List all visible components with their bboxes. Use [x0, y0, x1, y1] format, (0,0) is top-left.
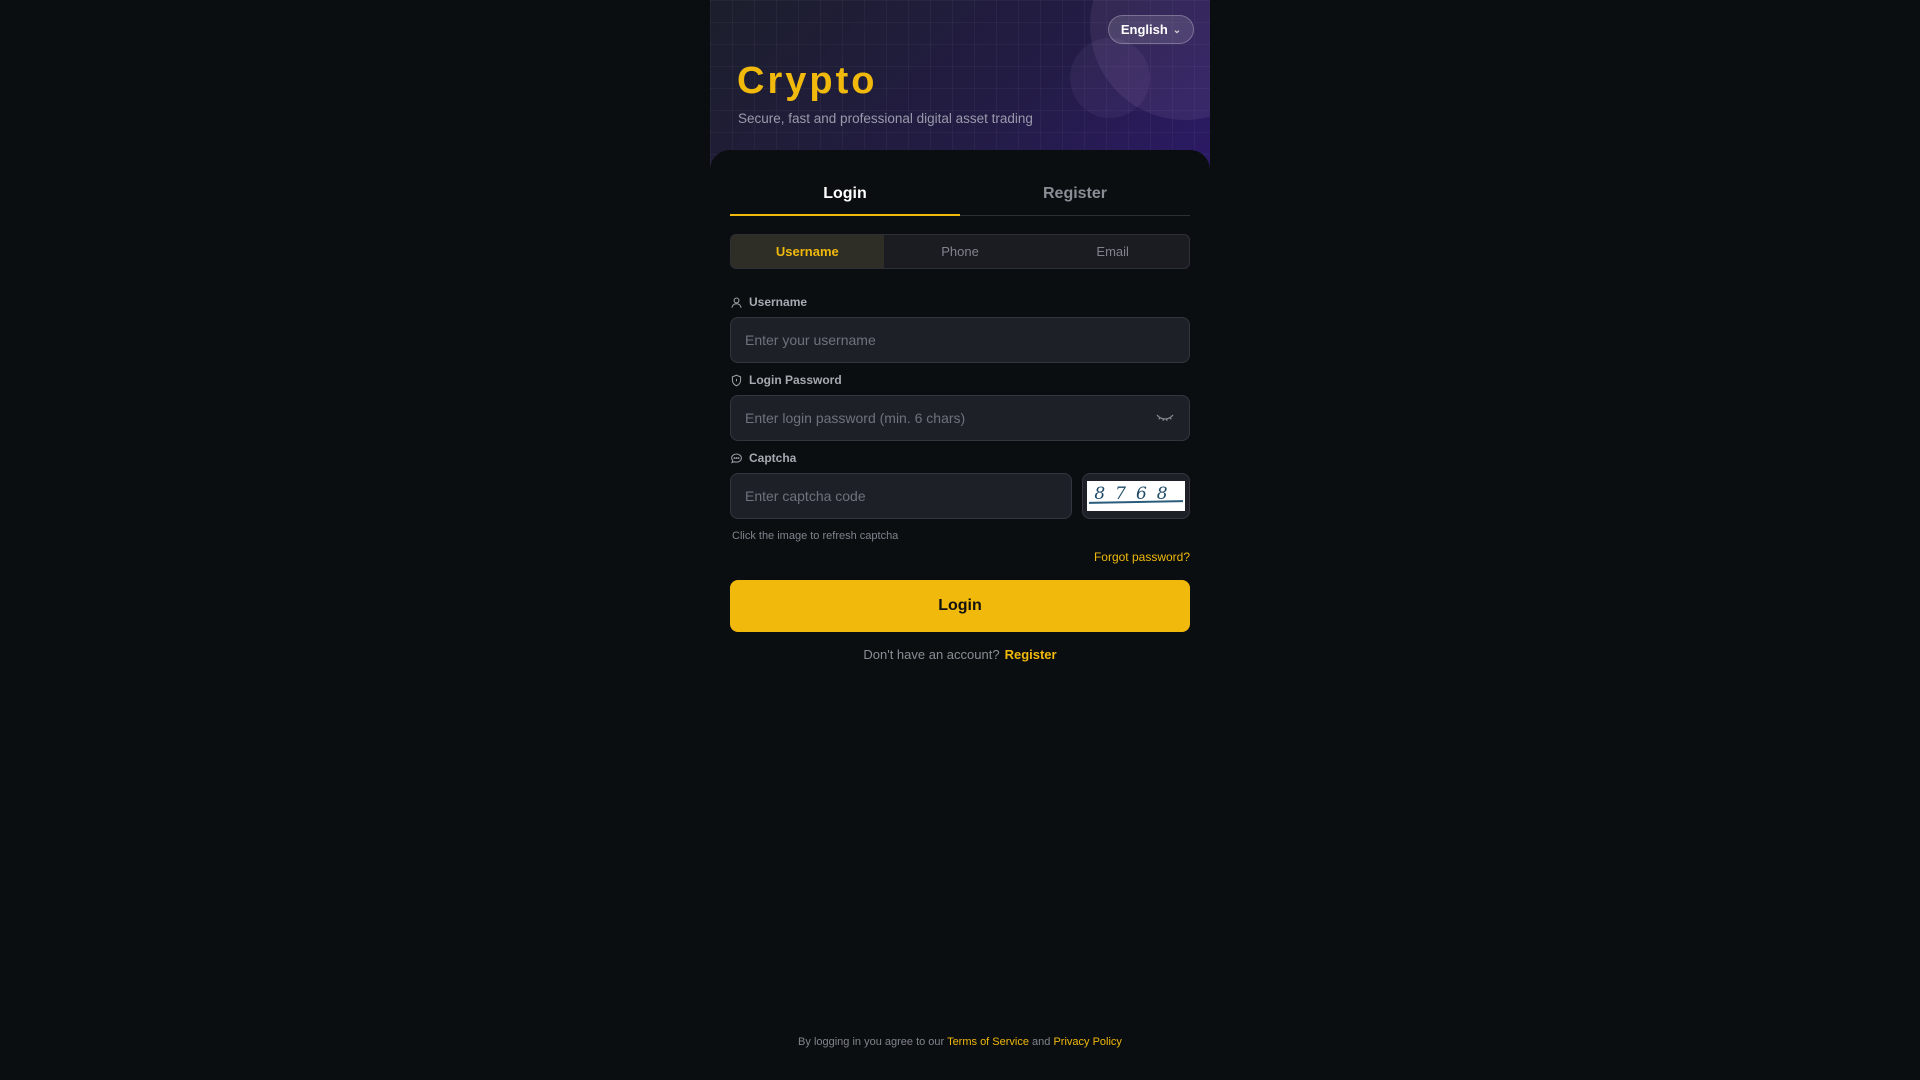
language-label: English — [1120, 22, 1168, 37]
terms-link[interactable]: Terms of Service — [947, 1036, 1029, 1048]
auth-card: Login Register Username Phone Email User… — [710, 150, 1210, 1080]
login-page: English ⌄ Crypto Secure, fast and profes… — [710, 0, 1210, 1080]
captcha-hint: Click the image to refresh captcha — [732, 530, 899, 542]
hero-banner: English ⌄ Crypto Secure, fast and profes… — [710, 0, 1210, 170]
login-method-switch: Username Phone Email — [730, 234, 1190, 269]
tab-login[interactable]: Login — [730, 172, 960, 216]
captcha-image: 8768 — [1087, 481, 1185, 511]
signup-question: Don't have an account? — [863, 647, 1000, 662]
footer-and: and — [1032, 1036, 1051, 1048]
brand-title: Crypto — [737, 60, 878, 102]
method-email[interactable]: Email — [1036, 235, 1189, 268]
hero-decoration-circle-small — [1070, 38, 1150, 118]
captcha-label-text: Captcha — [749, 451, 797, 465]
register-link[interactable]: Register — [1005, 647, 1057, 662]
captcha-label: Captcha — [730, 451, 796, 465]
method-phone[interactable]: Phone — [884, 235, 1037, 268]
chevron-down-icon: ⌄ — [1172, 25, 1182, 36]
username-label-text: Username — [749, 295, 808, 309]
login-button[interactable]: Login — [730, 580, 1190, 632]
shield-icon — [731, 374, 742, 386]
password-label: Login Password — [730, 373, 842, 387]
signup-prompt: Don't have an account? Register — [710, 647, 1210, 662]
forgot-password-link[interactable]: Forgot password? — [1094, 550, 1190, 564]
tab-register[interactable]: Register — [960, 172, 1190, 215]
username-input[interactable] — [730, 317, 1190, 363]
legal-footer: By logging in you agree to our Terms of … — [710, 1036, 1210, 1048]
password-input[interactable] — [730, 395, 1190, 441]
footer-prefix: By logging in you agree to our — [798, 1036, 945, 1048]
captcha-input[interactable] — [730, 473, 1072, 519]
brand-tagline: Secure, fast and professional digital as… — [738, 111, 1033, 126]
message-icon — [731, 453, 742, 463]
captcha-image-button[interactable]: 8768 — [1082, 473, 1190, 519]
password-label-text: Login Password — [749, 373, 842, 387]
method-username[interactable]: Username — [731, 235, 884, 268]
privacy-link[interactable]: Privacy Policy — [1053, 1036, 1121, 1048]
user-icon — [731, 297, 742, 308]
language-selector[interactable]: English ⌄ — [1108, 15, 1194, 44]
auth-tabs: Login Register — [730, 172, 1190, 216]
eye-closed-icon[interactable] — [1155, 410, 1175, 424]
username-label: Username — [730, 295, 807, 309]
